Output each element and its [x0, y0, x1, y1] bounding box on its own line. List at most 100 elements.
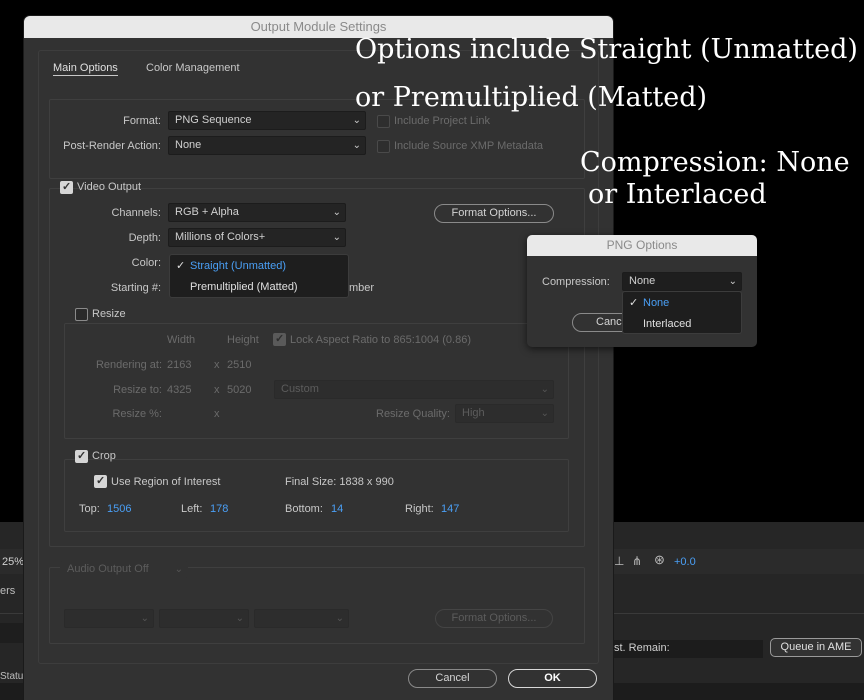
compression-option-interlaced[interactable]: Interlaced — [623, 314, 741, 334]
width-header: Width — [167, 334, 196, 346]
final-size-label: Final Size: 1838 x 990 — [285, 476, 394, 488]
annotation-options-line1: Options include Straight (Unmatted) — [355, 34, 858, 65]
resize-preset-select[interactable]: Custom ⌄ — [274, 380, 554, 399]
resize-width[interactable]: 4325 — [167, 384, 191, 396]
compression-option-none-label: None — [643, 297, 670, 309]
resize-percent-x: x — [214, 408, 220, 420]
crop-top-label: Top: — [79, 503, 100, 515]
crop-group — [64, 459, 569, 532]
crop-checkbox[interactable] — [75, 449, 88, 463]
audio-sample-rate-select[interactable]: ⌄ — [64, 609, 154, 628]
annotation-compression-line2: or Interlaced — [588, 179, 767, 210]
audio-output-value: Audio Output Off — [67, 563, 149, 575]
audio-channels-select[interactable]: ⌄ — [254, 609, 349, 628]
audio-format-options-button[interactable]: Format Options... — [435, 609, 553, 628]
chevron-down-icon: ⌄ — [352, 115, 361, 126]
annotation-compression-line1: Compression: None — [580, 147, 850, 178]
format-select[interactable]: PNG Sequence ⌄ — [168, 111, 366, 130]
video-output-checkbox[interactable] — [60, 180, 73, 194]
starting-number-tail: mber — [349, 282, 375, 294]
resize-preset-value: Custom — [281, 383, 319, 395]
resize-height[interactable]: 5020 — [227, 384, 251, 396]
include-xmp-label: Include Source XMP Metadata — [394, 140, 543, 152]
checkmark-icon: ✓ — [629, 297, 639, 309]
post-render-value: None — [175, 139, 202, 151]
crop-top-value[interactable]: 1506 — [107, 503, 131, 515]
compression-dropdown-menu: ✓ None Interlaced — [622, 291, 742, 334]
resize-quality-label: Resize Quality: — [376, 408, 450, 420]
color-dropdown-menu: ✓ Straight (Unmatted) Premultiplied (Mat… — [169, 254, 349, 298]
queue-in-ame-button[interactable]: Queue in AME — [770, 638, 862, 657]
color-option-straight[interactable]: ✓ Straight (Unmatted) — [170, 256, 348, 276]
resize-percent-label: Resize %: — [112, 408, 162, 420]
png-options-title: PNG Options — [527, 235, 757, 256]
crop-right-label: Right: — [405, 503, 434, 515]
hierarchy-icon[interactable]: ⋔ — [632, 554, 642, 568]
color-option-premultiplied[interactable]: Premultiplied (Matted) — [170, 277, 348, 297]
rendering-width: 2163 — [167, 359, 192, 371]
height-header: Height — [227, 334, 259, 346]
est-remain-label: st. Remain: — [614, 642, 670, 654]
color-option-premultiplied-label: Premultiplied (Matted) — [190, 281, 298, 293]
depth-value: Millions of Colors+ — [175, 231, 266, 243]
chevron-down-icon: ⌄ — [174, 564, 183, 575]
chevron-down-icon: ⌄ — [540, 384, 549, 395]
color-option-straight-label: Straight (Unmatted) — [190, 260, 286, 272]
exposure-offset[interactable]: +0.0 — [674, 556, 696, 568]
rendering-at-label: Rendering at: — [95, 359, 162, 371]
png-options-dialog: PNG Options Compression: None ⌄ Cance ✓ … — [527, 235, 757, 347]
color-label: Color: — [131, 257, 161, 269]
resize-label: Resize — [92, 308, 126, 320]
rendering-height: 2510 — [227, 359, 252, 371]
lock-aspect-checkbox[interactable] — [273, 332, 286, 346]
compression-option-none[interactable]: ✓ None — [623, 293, 741, 313]
crop-bottom-label: Bottom: — [285, 503, 323, 515]
motion-blur-icon[interactable]: ⊛ — [654, 552, 665, 568]
channels-select[interactable]: RGB + Alpha ⌄ — [168, 203, 346, 222]
include-xmp-checkbox[interactable] — [377, 140, 390, 153]
channels-value: RGB + Alpha — [175, 206, 239, 218]
starting-number-label: Starting #: — [110, 282, 161, 294]
use-roi-checkbox[interactable] — [94, 474, 107, 488]
compression-select[interactable]: None ⌄ — [622, 272, 742, 291]
chevron-down-icon: ⌄ — [540, 408, 549, 419]
crop-bottom-value[interactable]: 14 — [331, 503, 343, 515]
include-project-link-checkbox[interactable] — [377, 115, 390, 128]
audio-output-select[interactable]: Audio Output Off ⌄ — [60, 560, 188, 579]
chevron-down-icon: ⌄ — [352, 140, 361, 151]
lock-aspect-label: Lock Aspect Ratio to 865:1004 (0.86) — [290, 334, 472, 346]
video-output-label: Video Output — [77, 181, 142, 193]
ok-button[interactable]: OK — [508, 669, 597, 688]
compression-label: Compression: — [542, 276, 610, 288]
chevron-down-icon: ⌄ — [332, 232, 341, 243]
rendering-x: x — [214, 359, 220, 371]
chevron-down-icon: ⌄ — [728, 276, 737, 287]
use-roi-label: Use Region of Interest — [111, 476, 221, 488]
format-options-button[interactable]: Format Options... — [434, 204, 554, 223]
chevron-down-icon: ⌄ — [332, 207, 341, 218]
compression-option-interlaced-label: Interlaced — [643, 318, 692, 330]
audio-bit-depth-select[interactable]: ⌄ — [159, 609, 249, 628]
tab-color-management[interactable]: Color Management — [146, 62, 240, 74]
network-icon[interactable]: ⊥ — [614, 554, 624, 568]
post-render-select[interactable]: None ⌄ — [168, 136, 366, 155]
resize-checkbox[interactable] — [75, 308, 88, 321]
chevron-down-icon: ⌄ — [235, 613, 244, 624]
resize-quality-select[interactable]: High ⌄ — [455, 404, 554, 423]
zoom-level[interactable]: 25% — [2, 556, 24, 568]
cancel-button[interactable]: Cancel — [408, 669, 497, 688]
annotation-options-line2: or Premultiplied (Matted) — [355, 82, 708, 113]
channels-label: Channels: — [111, 207, 161, 219]
resize-to-label: Resize to: — [113, 384, 162, 396]
format-value: PNG Sequence — [175, 114, 252, 126]
resize-x: x — [214, 384, 220, 396]
compression-value: None — [629, 275, 656, 287]
crop-left-value[interactable]: 178 — [210, 503, 228, 515]
depth-select[interactable]: Millions of Colors+ ⌄ — [168, 228, 346, 247]
tab-main-options[interactable]: Main Options — [53, 62, 118, 76]
panel-tab-label: ers — [0, 585, 16, 597]
include-project-link-label: Include Project Link — [394, 115, 490, 127]
format-label: Format: — [123, 115, 161, 127]
crop-right-value[interactable]: 147 — [441, 503, 459, 515]
depth-label: Depth: — [128, 232, 161, 244]
